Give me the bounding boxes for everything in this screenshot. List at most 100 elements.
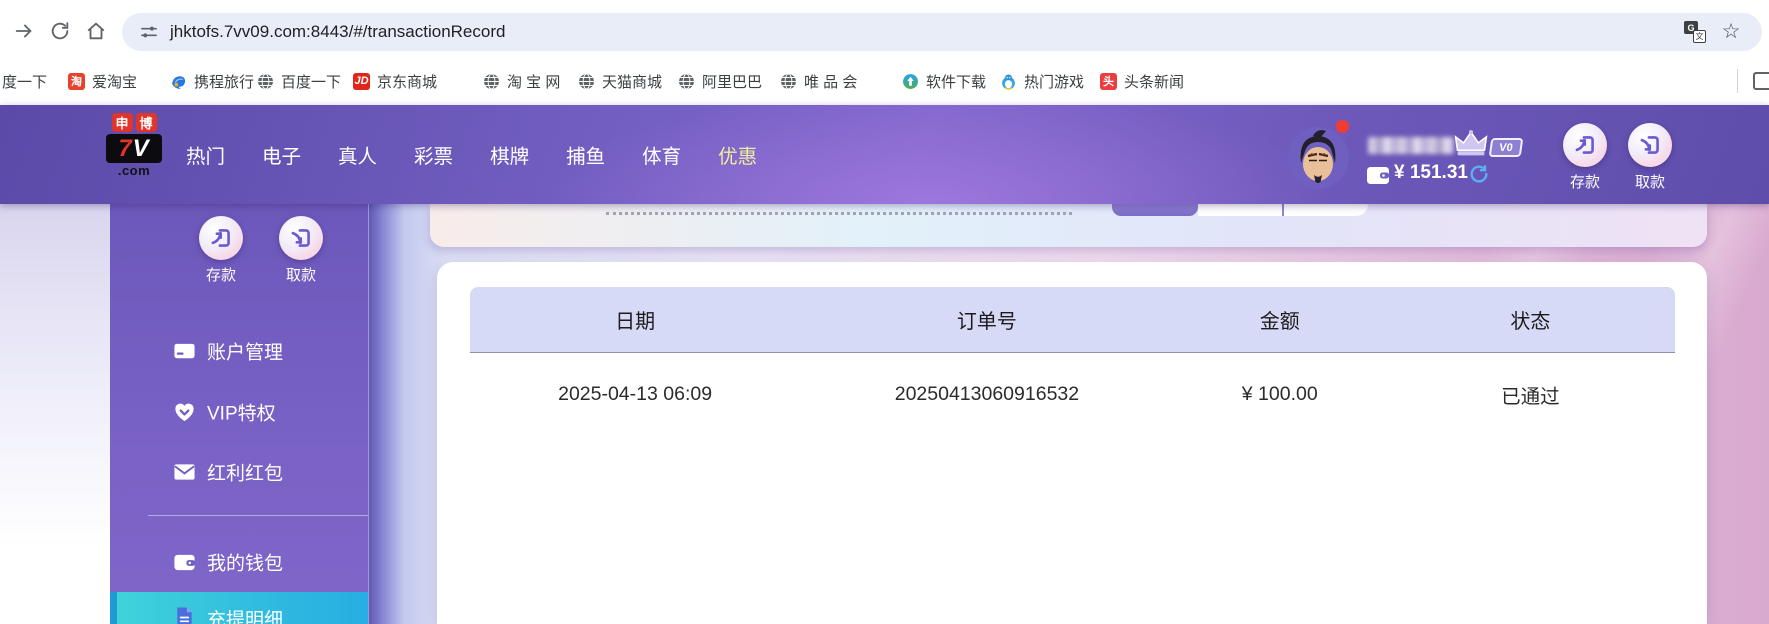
sidebar-item-account[interactable]: 账户管理 — [110, 334, 368, 368]
bookmarks-separator — [1737, 69, 1738, 93]
globe-icon — [484, 73, 499, 89]
menu-item-boardgames[interactable]: 棋牌 — [490, 140, 529, 169]
bookmark-item[interactable]: 携程旅行 — [170, 57, 254, 105]
globe-icon — [579, 73, 594, 89]
star-icon: ☆ — [1721, 20, 1741, 43]
bookmark-item[interactable]: 天猫商城 — [578, 57, 662, 105]
bookmark-item[interactable]: 百度一下 — [257, 57, 341, 105]
wallet-icon — [1367, 167, 1389, 184]
taobao-icon: 淘 — [68, 72, 85, 90]
sidebar-item-transaction-record[interactable]: 充提明细 — [110, 592, 368, 624]
reload-button[interactable] — [46, 17, 74, 45]
cell-status: 已通过 — [1501, 385, 1560, 408]
cell-order-no: 20250413060916532 — [894, 382, 1080, 405]
left-gutter — [0, 204, 110, 624]
url-text: jhktofs.7vv09.com:8443/#/transactionReco… — [170, 22, 506, 41]
page-content: 存款 取款 账户管理 VIP特权 红利红包 我的钱包 充提明细 日期 订单号 金… — [0, 204, 1769, 624]
notification-dot — [1336, 120, 1349, 133]
home-icon — [87, 22, 105, 40]
bookmark-item[interactable]: 淘 爱淘宝 — [68, 57, 137, 105]
globe-icon — [781, 73, 796, 89]
cell-amount: ¥ 100.00 — [1241, 382, 1318, 405]
bookmark-item[interactable]: 热门游戏 — [1000, 57, 1084, 105]
withdraw-button-sidebar[interactable]: 取款 — [269, 216, 333, 285]
deposit-icon — [199, 216, 243, 260]
bookmark-item[interactable]: 度一下 — [2, 57, 47, 105]
refresh-icon — [1470, 165, 1488, 183]
globe-icon — [258, 73, 273, 89]
bookmark-item[interactable]: 唯 品 会 — [780, 57, 857, 105]
deposit-button-sidebar[interactable]: 存款 — [189, 216, 253, 285]
tab-selected-fragment[interactable] — [1112, 204, 1198, 216]
menu-item-fishing[interactable]: 捕鱼 — [566, 140, 605, 169]
withdraw-icon — [279, 216, 323, 260]
wallet-icon — [174, 554, 196, 571]
transaction-record-card: 日期 订单号 金额 状态 2025-04-13 06:09 2025041306… — [437, 262, 1707, 624]
main-menu: 热门 电子 真人 彩票 棋牌 捕鱼 体育 优惠 — [186, 105, 757, 204]
bookmark-star-button[interactable]: ☆ — [1720, 21, 1742, 43]
cell-date: 2025-04-13 06:09 — [558, 382, 713, 405]
withdraw-button-top[interactable]: 取款 — [1618, 123, 1682, 192]
deposit-button-top[interactable]: 存款 — [1553, 123, 1617, 192]
bookmarks-bar: 度一下 淘 爱淘宝 携程旅行 百度一下 JD 京东商城 淘 宝 网 天猫商城 阿… — [0, 57, 1769, 105]
tab-group-fragment — [1198, 204, 1368, 216]
sidebar-divider — [148, 515, 368, 516]
header-amount: 金额 — [1259, 311, 1300, 333]
table-row: 2025-04-13 06:09 20250413060916532 ¥ 100… — [470, 354, 1675, 434]
tab-fragment-2[interactable] — [1284, 204, 1368, 216]
withdraw-icon — [1628, 123, 1672, 167]
translate-button[interactable]: G文 — [1684, 21, 1706, 43]
credit-card-icon — [174, 343, 195, 359]
menu-item-live[interactable]: 真人 — [338, 140, 377, 169]
sidebar-item-bonus[interactable]: 红利红包 — [110, 455, 368, 489]
bookmark-item[interactable]: 头 头条新闻 — [1100, 57, 1184, 105]
balance-amount: ¥ 151.31 — [1394, 162, 1468, 183]
bookmark-item[interactable]: 淘 宝 网 — [483, 57, 560, 105]
menu-item-slots[interactable]: 电子 — [262, 140, 301, 169]
ctrip-dolphin-icon — [172, 75, 186, 89]
globe-icon — [679, 73, 694, 89]
refresh-balance-button[interactable] — [1468, 163, 1490, 185]
tab-fragment-1[interactable] — [1198, 204, 1282, 216]
envelope-icon — [174, 464, 195, 480]
tab-fragment — [1112, 204, 1368, 216]
site-info-button[interactable] — [138, 21, 160, 43]
menu-item-promotions[interactable]: 优惠 — [718, 140, 757, 169]
avatar-image — [1287, 127, 1349, 189]
menu-item-sports[interactable]: 体育 — [642, 140, 681, 169]
address-bar[interactable]: jhktofs.7vv09.com:8443/#/transactionReco… — [122, 13, 1762, 51]
bookmark-item[interactable]: 阿里巴巴 — [678, 57, 762, 105]
sidebar: 存款 取款 账户管理 VIP特权 红利红包 我的钱包 充提明细 — [110, 204, 368, 624]
header-date: 日期 — [615, 311, 656, 333]
software-download-icon — [903, 73, 918, 89]
vip-shield-icon — [175, 403, 194, 422]
deposit-icon — [1563, 123, 1607, 167]
header-order-no: 订单号 — [956, 311, 1017, 333]
jd-icon: JD — [353, 72, 370, 90]
header-status: 状态 — [1510, 311, 1551, 333]
filter-strip-card — [430, 204, 1707, 247]
dotted-divider — [606, 212, 1072, 215]
toutiao-icon: 头 — [1100, 72, 1117, 90]
menu-item-lottery[interactable]: 彩票 — [414, 140, 453, 169]
user-avatar[interactable] — [1287, 127, 1349, 189]
menu-item-hot[interactable]: 热门 — [186, 140, 225, 169]
screenshot-root: jhktofs.7vv09.com:8443/#/transactionReco… — [0, 0, 1769, 624]
logo-badges: 申 博 — [106, 113, 162, 132]
bookmark-item[interactable]: 软件下载 — [902, 57, 986, 105]
username-blurred — [1368, 137, 1454, 154]
forward-button[interactable] — [10, 17, 38, 45]
home-button[interactable] — [82, 17, 110, 45]
reading-list-icon[interactable] — [1753, 72, 1769, 90]
bookmark-item[interactable]: JD 京东商城 — [353, 57, 437, 105]
logo-com: .com — [117, 163, 151, 178]
forward-icon — [15, 24, 32, 38]
vip-crown-icon — [1454, 130, 1488, 156]
browser-chrome: jhktofs.7vv09.com:8443/#/transactionReco… — [0, 0, 1769, 105]
penguin-game-icon — [1002, 73, 1015, 90]
site-logo[interactable]: 申 博 7V .com — [106, 113, 162, 178]
sidebar-item-vip[interactable]: VIP特权 — [110, 395, 368, 429]
table-header: 日期 订单号 金额 状态 — [470, 287, 1675, 353]
sidebar-item-wallet[interactable]: 我的钱包 — [110, 545, 368, 579]
reload-icon — [51, 22, 69, 40]
